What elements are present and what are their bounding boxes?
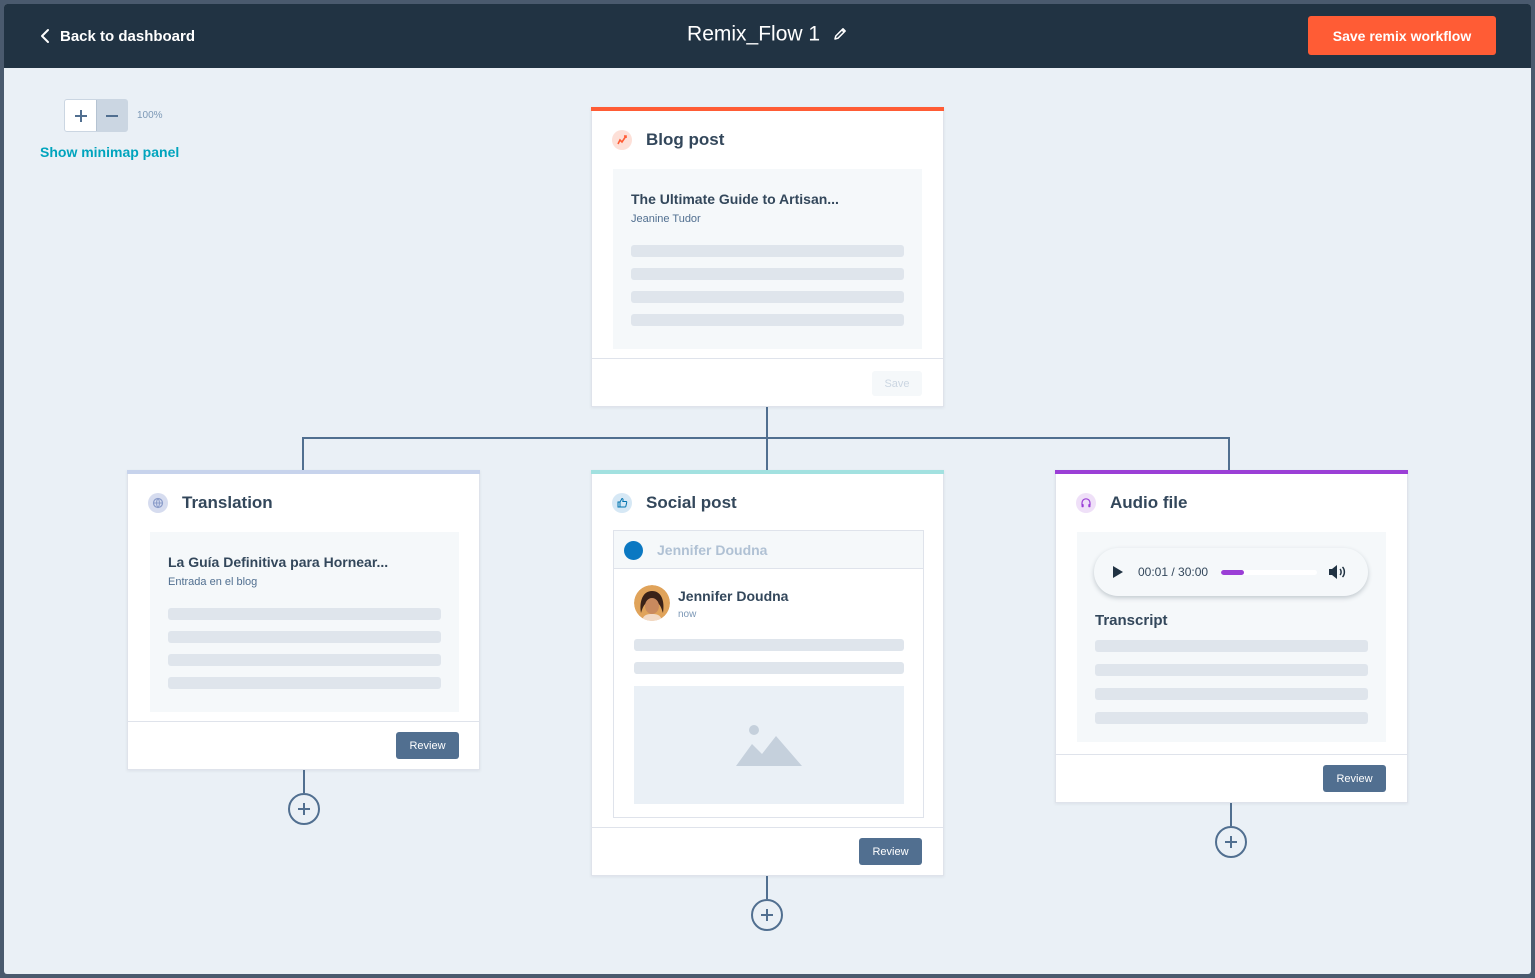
card-accent <box>127 470 480 474</box>
card-accent <box>1055 470 1408 474</box>
social-post-card[interactable]: Social post Jennifer Doudna Jennifer Dou… <box>591 470 944 876</box>
zoom-in-button[interactable] <box>65 100 96 131</box>
placeholder-line <box>1095 712 1368 724</box>
blog-title: The Ultimate Guide to Artisan... <box>631 191 839 207</box>
review-button[interactable]: Review <box>1323 765 1386 792</box>
connector-line <box>1228 437 1230 470</box>
top-bar: Back to dashboard Remix_Flow 1 Save remi… <box>4 4 1531 68</box>
connector-line <box>766 875 768 899</box>
placeholder-line <box>634 662 904 674</box>
placeholder-line <box>631 245 904 257</box>
connector-line <box>302 437 304 470</box>
account-avatar <box>624 541 643 560</box>
workflow-title[interactable]: Remix_Flow 1 <box>687 22 820 45</box>
avatar <box>634 585 670 621</box>
plus-icon <box>761 909 773 921</box>
add-step-button[interactable] <box>751 899 783 931</box>
placeholder-line <box>631 314 904 326</box>
audio-progress-fill <box>1221 570 1245 575</box>
card-header: Social post <box>612 493 737 513</box>
add-step-button[interactable] <box>288 793 320 825</box>
add-step-button[interactable] <box>1215 826 1247 858</box>
placeholder-line <box>168 631 441 643</box>
blog-post-card[interactable]: Blog post The Ultimate Guide to Artisan.… <box>591 107 944 407</box>
transcript-label: Transcript <box>1095 612 1168 629</box>
plus-icon <box>74 109 87 122</box>
audio-progress-track[interactable] <box>1221 570 1317 575</box>
card-header: Translation <box>148 493 273 513</box>
save-remix-workflow-button[interactable]: Save remix workflow <box>1308 16 1496 55</box>
post-time: now <box>678 609 697 620</box>
audio-preview: 00:01 / 30:00 Transcript <box>1077 532 1386 742</box>
card-title: Social post <box>646 493 737 512</box>
card-accent <box>591 107 944 111</box>
connector-line <box>1230 802 1232 826</box>
translation-title: La Guía Definitiva para Hornear... <box>168 554 389 570</box>
card-title: Blog post <box>646 130 725 149</box>
volume-icon[interactable] <box>1328 564 1348 580</box>
workflow-title-area: Remix_Flow 1 <box>4 22 1531 46</box>
translation-card[interactable]: Translation La Guía Definitiva para Horn… <box>127 470 480 770</box>
post-author: Jennifer Doudna <box>678 588 789 604</box>
card-divider <box>128 721 479 722</box>
plus-icon <box>298 803 310 815</box>
card-divider <box>592 358 943 359</box>
connector-line <box>302 437 1230 439</box>
social-account-bar: Jennifer Doudna <box>614 531 923 569</box>
headphones-icon <box>1076 493 1096 513</box>
placeholder-line <box>631 268 904 280</box>
card-divider <box>1056 754 1407 755</box>
translation-icon <box>148 493 168 513</box>
pencil-icon[interactable] <box>832 26 848 42</box>
audio-player: 00:01 / 30:00 <box>1094 548 1368 596</box>
blog-author: Jeanine Tudor <box>631 213 701 225</box>
placeholder-line <box>1095 688 1368 700</box>
card-title: Audio file <box>1110 493 1188 512</box>
connector-line <box>303 769 305 793</box>
zoom-out-button[interactable] <box>96 100 127 131</box>
card-accent <box>591 470 944 474</box>
card-header: Blog post <box>612 130 724 150</box>
audio-file-card[interactable]: Audio file 00:01 / 30:00 Transcript Revi… <box>1055 470 1408 803</box>
placeholder-line <box>631 291 904 303</box>
review-button[interactable]: Review <box>859 838 922 865</box>
blog-preview: The Ultimate Guide to Artisan... Jeanine… <box>613 169 922 349</box>
card-title: Translation <box>182 493 273 512</box>
placeholder-line <box>1095 664 1368 676</box>
audio-time: 00:01 / 30:00 <box>1138 565 1209 579</box>
plus-icon <box>1225 836 1237 848</box>
zoom-controls <box>64 99 128 132</box>
blog-icon <box>612 130 632 150</box>
play-icon[interactable] <box>1112 565 1124 579</box>
save-button[interactable]: Save <box>872 371 922 396</box>
show-minimap-link[interactable]: Show minimap panel <box>40 144 179 160</box>
minus-icon <box>106 114 118 117</box>
review-button[interactable]: Review <box>396 732 459 759</box>
thumbs-up-icon <box>612 493 632 513</box>
placeholder-line <box>634 639 904 651</box>
image-placeholder <box>634 686 904 804</box>
placeholder-line <box>168 608 441 620</box>
image-icon <box>736 725 802 766</box>
placeholder-line <box>168 677 441 689</box>
card-header: Audio file <box>1076 493 1187 513</box>
zoom-level: 100% <box>137 110 163 121</box>
social-preview: Jennifer Doudna Jennifer Doudna now <box>613 530 924 818</box>
translation-preview: La Guía Definitiva para Hornear... Entra… <box>150 532 459 712</box>
placeholder-line <box>168 654 441 666</box>
translation-subtitle: Entrada en el blog <box>168 576 258 588</box>
card-divider <box>592 827 943 828</box>
workflow-editor: Back to dashboard Remix_Flow 1 Save remi… <box>4 4 1531 974</box>
account-name: Jennifer Doudna <box>657 542 768 558</box>
placeholder-line <box>1095 640 1368 652</box>
